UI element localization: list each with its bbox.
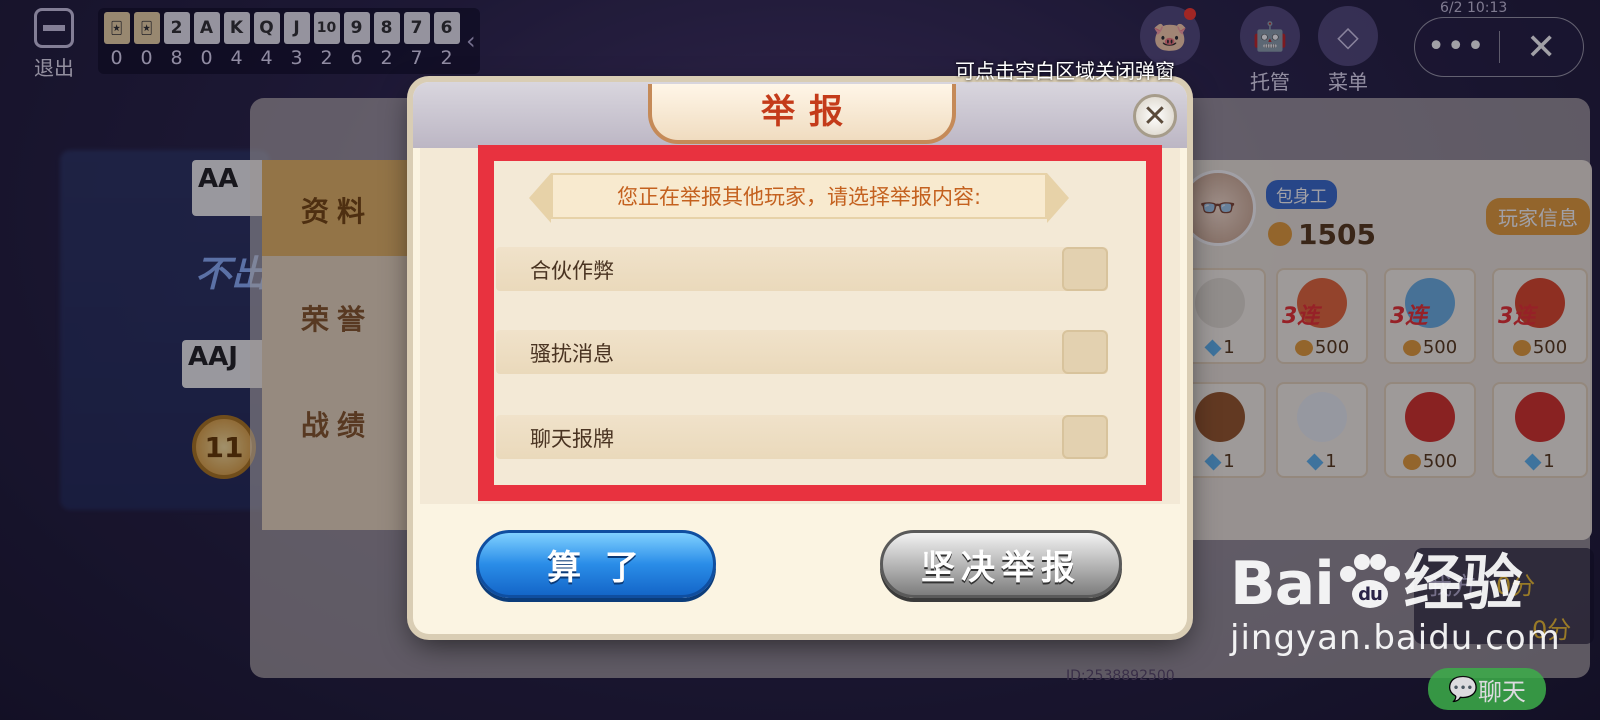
close-hint: 可点击空白区域关闭弹窗 bbox=[955, 59, 1175, 83]
highlight-frame bbox=[478, 145, 1162, 501]
confirm-report-button[interactable]: 坚决举报 bbox=[880, 530, 1122, 598]
svg-text:du: du bbox=[1358, 584, 1382, 605]
chat-button[interactable]: 💬 聊天 bbox=[1428, 668, 1546, 710]
paw-icon: du bbox=[1339, 554, 1400, 608]
dialog-title-banner: 举报 bbox=[648, 84, 956, 144]
watermark-url: jingyan.baidu.com bbox=[1230, 618, 1561, 658]
dialog-close-button[interactable]: ✕ bbox=[1133, 94, 1177, 138]
chat-icon: 💬 bbox=[1448, 675, 1478, 703]
baidu-watermark: Bai du 经验 jingyan.baidu.com bbox=[1230, 552, 1561, 658]
baidu-logo: Bai du 经验 bbox=[1230, 549, 1523, 619]
cancel-button[interactable]: 算 了 bbox=[476, 530, 716, 598]
dialog-title: 举报 bbox=[761, 92, 857, 132]
